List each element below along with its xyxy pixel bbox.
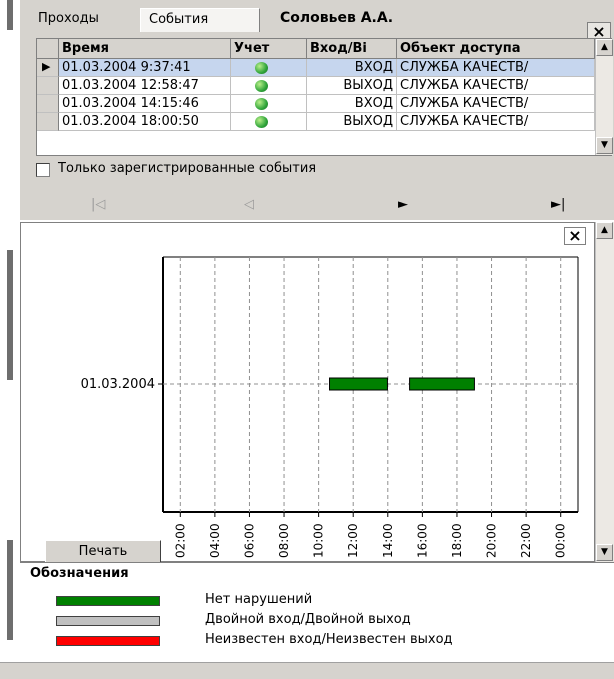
- green-status-icon: [255, 80, 268, 92]
- legend-swatch-double-entry: [56, 616, 160, 626]
- legend-label: Нет нарушений: [205, 592, 313, 607]
- x-tick-label: 22:00: [519, 523, 533, 558]
- x-tick-label: 08:00: [277, 523, 291, 558]
- left-edge-bar: [7, 0, 13, 30]
- table-row[interactable]: 01.03.2004 18:00:50 ВЫХОД СЛУЖБА КАЧЕСТВ…: [37, 113, 595, 131]
- cell-accounted: [231, 59, 307, 77]
- y-tick-label: 01.03.2004: [81, 377, 155, 392]
- left-edge-bar: [7, 540, 13, 640]
- timeline-chart: 02:00 04:00 06:00 08:00 10:00 12:00 14:00 16:00…: [81, 256, 579, 558]
- row-indicator: [37, 113, 59, 131]
- legend-swatch-no-violations: [56, 596, 160, 606]
- cell-time: 01.03.2004 9:37:41: [59, 59, 231, 77]
- legend-title: Обозначения: [30, 566, 129, 581]
- green-status-icon: [255, 116, 268, 128]
- column-header-time[interactable]: Время: [59, 39, 231, 59]
- scroll-down-icon[interactable]: ▼: [596, 137, 613, 154]
- events-table: Время Учет Вход/Ві Объект доступа ▶ 01.0…: [36, 38, 613, 156]
- table-row[interactable]: ▶ 01.03.2004 9:37:41 ВХОД СЛУЖБА КАЧЕСТВ…: [37, 59, 595, 77]
- window-left-edge: [0, 0, 20, 679]
- cell-accounted: [231, 77, 307, 95]
- chart-scrollbar[interactable]: ▲ ▼: [595, 222, 614, 562]
- cell-direction: ВЫХОД: [307, 113, 397, 131]
- table-header-indicator: [37, 39, 59, 59]
- column-header-direction[interactable]: Вход/Ві: [307, 39, 397, 59]
- timeline-bar: [329, 377, 388, 391]
- cell-access-object: СЛУЖБА КАЧЕСТВ/: [397, 95, 595, 113]
- x-tick-label: 04:00: [208, 523, 222, 558]
- x-tick-label: 18:00: [450, 523, 464, 558]
- print-button[interactable]: Печать: [45, 540, 161, 562]
- x-tick-label: 20:00: [485, 523, 499, 558]
- status-bar: [0, 662, 614, 679]
- column-header-accounted[interactable]: Учет: [231, 39, 307, 59]
- prev-record-icon[interactable]: ◁: [244, 197, 254, 212]
- x-tick-label: 10:00: [312, 523, 326, 558]
- x-tick-label: 02:00: [173, 523, 187, 558]
- scroll-up-icon[interactable]: ▲: [596, 39, 613, 56]
- tab-passes[interactable]: Проходы: [30, 8, 136, 32]
- x-tick-label: 16:00: [415, 523, 429, 558]
- table-scrollbar[interactable]: ▲ ▼: [595, 39, 613, 155]
- close-chart-icon[interactable]: ×: [564, 227, 586, 245]
- green-status-icon: [255, 98, 268, 110]
- cell-direction: ВЫХОД: [307, 77, 397, 95]
- legend-label: Неизвестен вход/Неизвестен выход: [205, 632, 453, 647]
- cell-accounted: [231, 95, 307, 113]
- cell-access-object: СЛУЖБА КАЧЕСТВ/: [397, 113, 595, 131]
- first-record-icon[interactable]: |◁: [91, 197, 105, 212]
- row-indicator: [37, 77, 59, 95]
- scroll-down-icon[interactable]: ▼: [596, 544, 613, 561]
- row-pointer-icon: ▶: [37, 59, 59, 77]
- x-tick-label: 14:00: [381, 523, 395, 558]
- cell-accounted: [231, 113, 307, 131]
- x-tick-label: 00:00: [554, 523, 568, 558]
- legend-label: Двойной вход/Двойной выход: [205, 612, 411, 627]
- cell-time: 01.03.2004 18:00:50: [59, 113, 231, 131]
- registered-only-checkbox[interactable]: [36, 163, 50, 177]
- cell-direction: ВХОД: [307, 59, 397, 77]
- row-indicator: [37, 95, 59, 113]
- tab-events[interactable]: События: [140, 8, 260, 32]
- x-tick-label: 12:00: [346, 523, 360, 558]
- person-name: Соловьев А.А.: [280, 10, 394, 26]
- cell-direction: ВХОД: [307, 95, 397, 113]
- timeline-bar: [409, 377, 475, 391]
- left-edge-bar: [7, 250, 13, 380]
- cell-time: 01.03.2004 12:58:47: [59, 77, 231, 95]
- green-status-icon: [255, 62, 268, 74]
- x-tick-label: 06:00: [242, 523, 256, 558]
- table-row[interactable]: 01.03.2004 14:15:46 ВХОД СЛУЖБА КАЧЕСТВ/: [37, 95, 595, 113]
- column-header-access-object[interactable]: Объект доступа: [397, 39, 595, 59]
- registered-only-label[interactable]: Только зарегистрированные события: [58, 161, 316, 176]
- cell-time: 01.03.2004 14:15:46: [59, 95, 231, 113]
- cell-access-object: СЛУЖБА КАЧЕСТВ/: [397, 59, 595, 77]
- cell-access-object: СЛУЖБА КАЧЕСТВ/: [397, 77, 595, 95]
- last-record-icon[interactable]: ►|: [551, 197, 565, 212]
- scroll-up-icon[interactable]: ▲: [596, 222, 613, 239]
- next-record-icon[interactable]: ►: [398, 197, 408, 212]
- table-row[interactable]: 01.03.2004 12:58:47 ВЫХОД СЛУЖБА КАЧЕСТВ…: [37, 77, 595, 95]
- legend-swatch-unknown-entry: [56, 636, 160, 646]
